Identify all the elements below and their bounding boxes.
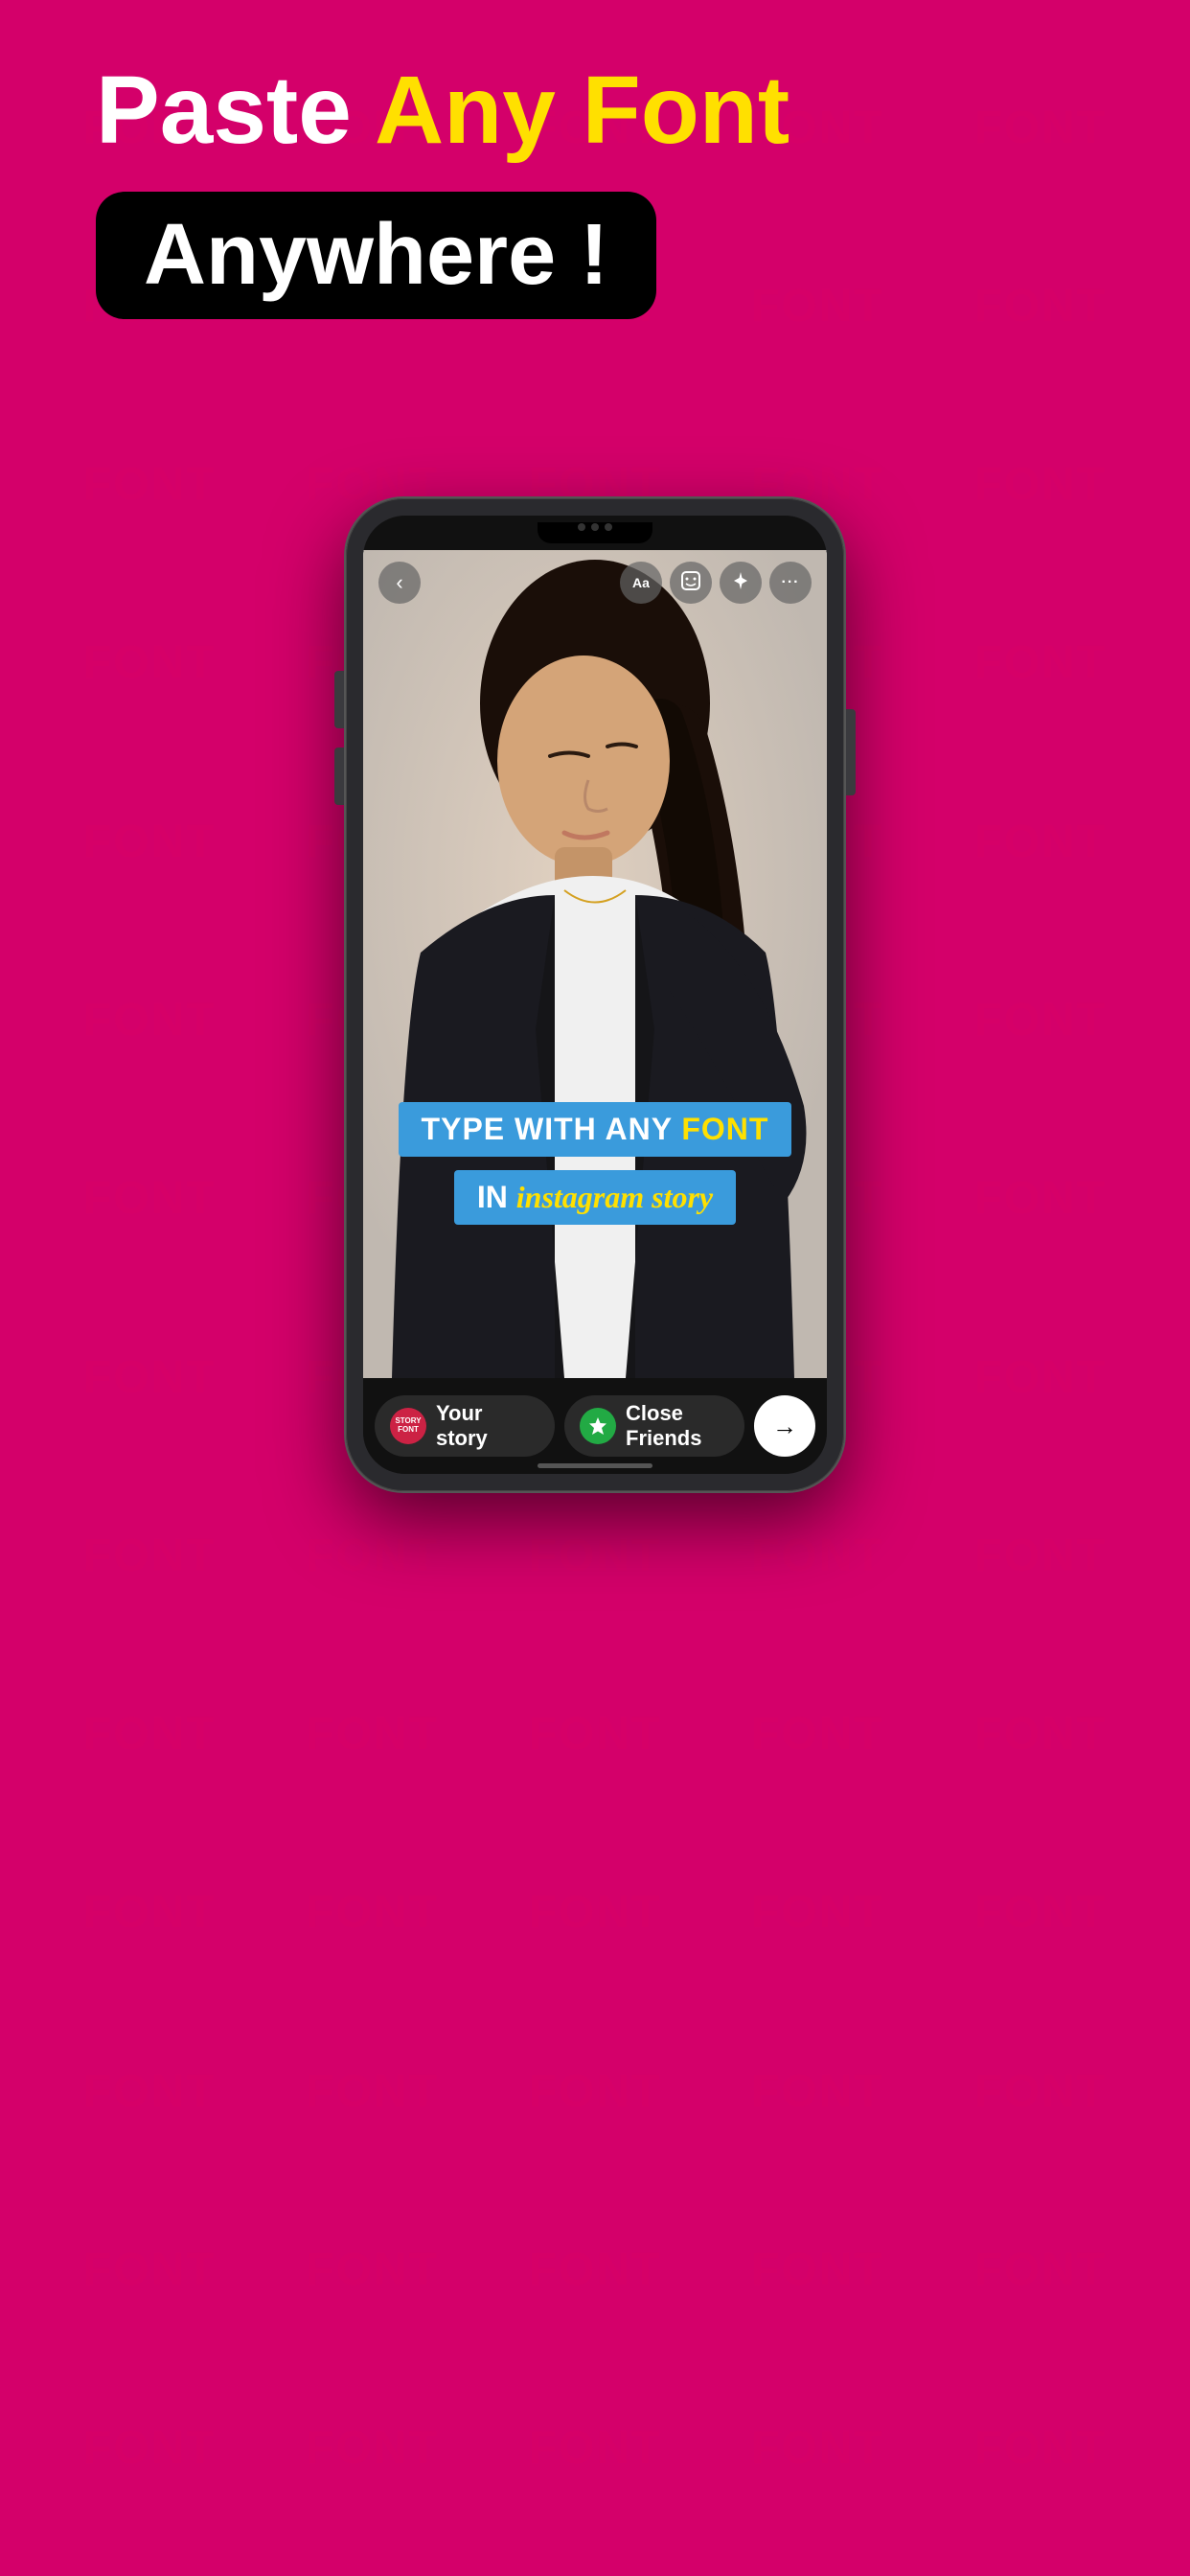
watermark-item: FONT — [38, 2180, 261, 2358]
watermark-item: FONT — [929, 931, 1152, 1109]
sticker-button[interactable] — [670, 562, 712, 604]
story-text-overlay: TYPE WITH ANY FONT IN instagram story — [363, 1102, 827, 1225]
person-photo-bg — [363, 550, 827, 1378]
watermark-item: FONT — [38, 1466, 261, 1644]
text-icon: Aa — [632, 575, 650, 590]
header-area: Paste Any Font Anywhere ! — [96, 58, 790, 319]
watermark-item: FONT — [484, 2359, 706, 2538]
watermark-item: FONT — [484, 1466, 706, 1644]
watermark-item: FONT — [929, 2002, 1152, 2180]
watermark-item: FONT — [929, 2359, 1152, 2538]
watermark-item: FONT — [38, 396, 261, 574]
watermark-item: FONT — [929, 1288, 1152, 1466]
speaker-dot — [591, 523, 599, 531]
watermark-item: FONT — [261, 2180, 483, 2358]
watermark-item: FONT — [706, 2002, 928, 2180]
watermark-item: FONT — [929, 217, 1152, 395]
watermark-item: FONT — [706, 1466, 928, 1644]
back-button[interactable]: ‹ — [378, 562, 421, 604]
watermark-item: FONT — [706, 2359, 928, 2538]
anywhere-text: Anywhere ! — [144, 207, 608, 303]
watermark-item: FONT — [929, 1110, 1152, 1288]
toolbar-right-buttons: Aa — [620, 562, 812, 604]
camera-notch — [578, 523, 612, 531]
phone-notch-bar — [363, 516, 827, 550]
story-line2-text: IN instagram story — [477, 1180, 713, 1214]
watermark-item: FONT — [484, 1645, 706, 1824]
watermark-item: FONT — [38, 931, 261, 1109]
watermark-item: FONT — [38, 574, 261, 752]
text-button[interactable]: Aa — [620, 562, 662, 604]
watermark-item: FONT — [929, 752, 1152, 931]
share-arrow-button[interactable]: → — [754, 1395, 815, 1457]
watermark-item: FONT — [929, 38, 1152, 217]
watermark-item: FONT — [38, 752, 261, 931]
watermark-item: FONT — [261, 2002, 483, 2180]
watermark-item: FONT — [929, 396, 1152, 574]
font-text: FONT — [681, 1112, 768, 1146]
watermark-item: FONT — [38, 1645, 261, 1824]
arrow-icon: → — [772, 1412, 797, 1441]
story-toolbar: ‹ Aa — [363, 562, 827, 604]
watermark-item: FONT — [484, 1824, 706, 2002]
more-icon: ··· — [782, 574, 800, 591]
watermark-item: FONT — [261, 1824, 483, 2002]
watermark-item: FONT — [38, 2002, 261, 2180]
phone-mockup: ‹ Aa — [346, 498, 844, 1491]
watermark-item: FONT — [706, 1645, 928, 1824]
story-font-icon-text: STORYFONT — [395, 1417, 421, 1435]
close-friends-label: Close Friends — [626, 1401, 729, 1451]
story-screen: ‹ Aa — [363, 550, 827, 1378]
story-font-icon: STORYFONT — [390, 1408, 426, 1444]
watermark-item: FONT — [929, 1466, 1152, 1644]
anywhere-box: Anywhere ! — [96, 192, 656, 319]
in-word: IN — [477, 1180, 516, 1214]
any-font-word: Any Font — [375, 57, 790, 164]
watermark-item: FONT — [929, 1824, 1152, 2002]
phone-outer-frame: ‹ Aa — [346, 498, 844, 1491]
watermark-item: FONT — [261, 2359, 483, 2538]
effects-icon — [730, 570, 751, 596]
watermark-item: FONT — [261, 1466, 483, 1644]
back-icon: ‹ — [396, 570, 402, 595]
more-button[interactable]: ··· — [769, 562, 812, 604]
watermark-item: FONT — [929, 2180, 1152, 2358]
your-story-label: Your story — [436, 1401, 539, 1451]
paste-word: Paste — [96, 57, 352, 164]
story-line1-text: TYPE WITH ANY FONT — [422, 1112, 769, 1146]
phone-screen: ‹ Aa — [363, 516, 827, 1474]
story-bottom-bar: STORYFONT Your story Close Friends → — [363, 1378, 827, 1474]
watermark-item: FONT — [261, 1645, 483, 1824]
sticker-icon — [680, 570, 701, 596]
watermark-item: FONT — [706, 1824, 928, 2002]
story-line2: IN instagram story — [454, 1170, 736, 1225]
type-with-any-text: TYPE WITH ANY — [422, 1112, 682, 1146]
effects-button[interactable] — [720, 562, 762, 604]
your-story-button[interactable]: STORYFONT Your story — [375, 1395, 555, 1457]
watermark-item: FONT — [929, 1645, 1152, 1824]
watermark-item: FONT — [929, 574, 1152, 752]
page-title: Paste Any Font — [96, 58, 790, 163]
watermark-item: FONT — [484, 2180, 706, 2358]
watermark-item: FONT — [38, 1110, 261, 1288]
sensor-dot — [605, 523, 612, 531]
watermark-item: FONT — [706, 2180, 928, 2358]
camera-dot — [578, 523, 585, 531]
instagram-story-text: instagram story — [516, 1180, 713, 1214]
watermark-item: FONT — [38, 1288, 261, 1466]
close-friends-icon — [580, 1408, 616, 1444]
watermark-item: FONT — [38, 1824, 261, 2002]
watermark-item: FONT — [38, 2359, 261, 2538]
person-svg — [363, 550, 827, 1378]
close-friends-button[interactable]: Close Friends — [564, 1395, 744, 1457]
home-bar-line — [538, 1463, 652, 1468]
watermark-item: FONT — [484, 2002, 706, 2180]
story-line1: TYPE WITH ANY FONT — [399, 1102, 792, 1157]
